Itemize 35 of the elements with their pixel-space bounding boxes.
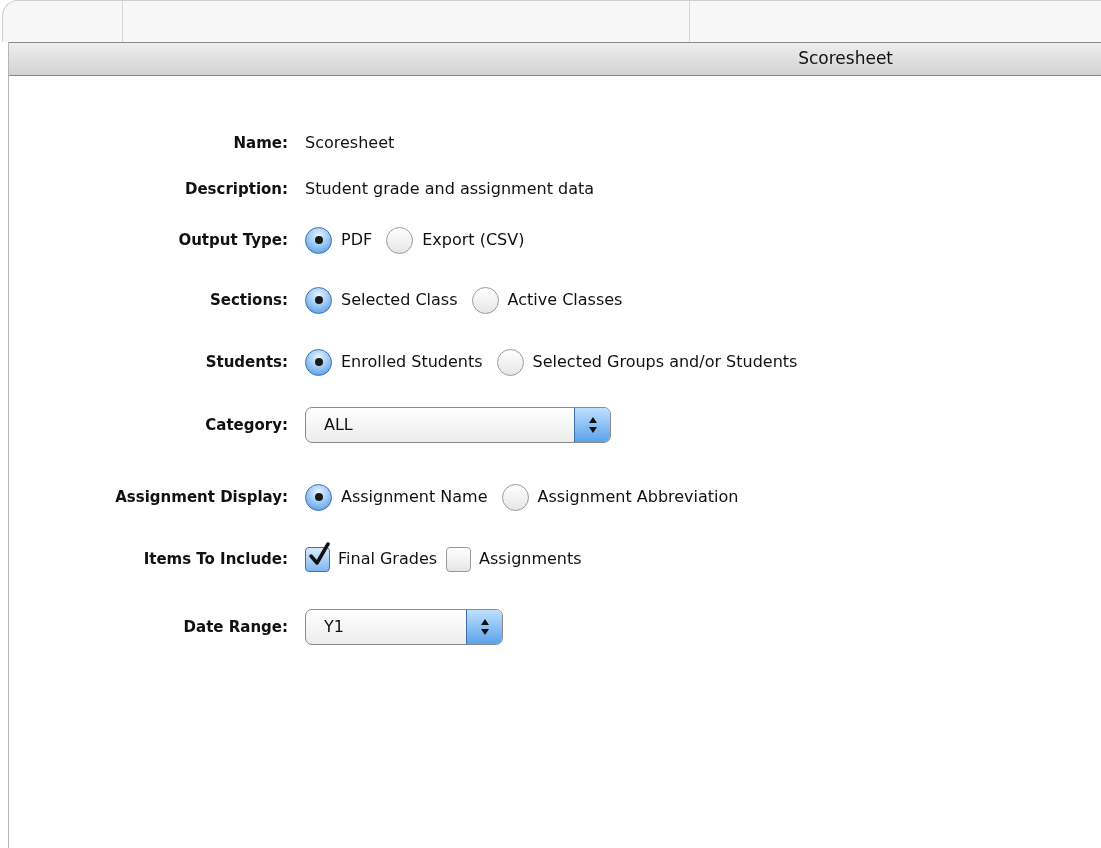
- field-label: Sections:: [209, 289, 288, 311]
- radio-button[interactable]: [496, 348, 524, 376]
- window-title: Scoresheet: [798, 47, 893, 71]
- radio-button[interactable]: [305, 226, 332, 254]
- option-label: PDF: [341, 229, 373, 251]
- option-label: Assignments: [479, 548, 582, 570]
- option-label: Assignment Abbreviation: [537, 486, 739, 508]
- field-value: Student grade and assignment data: [305, 178, 595, 200]
- option-label: Selected Class: [341, 289, 458, 311]
- radio-button[interactable]: [386, 226, 414, 254]
- category-dropdown[interactable]: Y1: [305, 609, 503, 645]
- stepper-icon: [574, 408, 610, 442]
- option-label: Assignment Name: [341, 486, 488, 508]
- field-label: Category:: [205, 414, 288, 436]
- field-label: Name:: [233, 132, 288, 154]
- field-label: Description:: [185, 178, 288, 200]
- option-label: Export (CSV): [422, 229, 525, 251]
- radio-button[interactable]: [501, 483, 529, 511]
- radio-button[interactable]: [305, 483, 332, 511]
- checkbox[interactable]: [446, 546, 472, 572]
- radio-button[interactable]: [305, 286, 332, 314]
- field-label: Students:: [205, 351, 288, 373]
- radio-button[interactable]: [305, 348, 332, 376]
- category-dropdown[interactable]: ALL: [305, 407, 611, 443]
- field-value: Scoresheet: [305, 132, 395, 154]
- field-label: Items To Include:: [143, 548, 288, 570]
- option-label: Active Classes: [507, 289, 623, 311]
- option-label: Final Grades: [338, 548, 438, 570]
- stepper-icon: [466, 610, 502, 644]
- field-label: Output Type:: [178, 229, 288, 251]
- option-label: Selected Groups and/or Students: [532, 351, 798, 373]
- option-label: Enrolled Students: [341, 351, 483, 373]
- field-label: Date Range:: [183, 616, 288, 638]
- radio-button[interactable]: [471, 286, 499, 314]
- field-label: Assignment Display:: [115, 486, 288, 508]
